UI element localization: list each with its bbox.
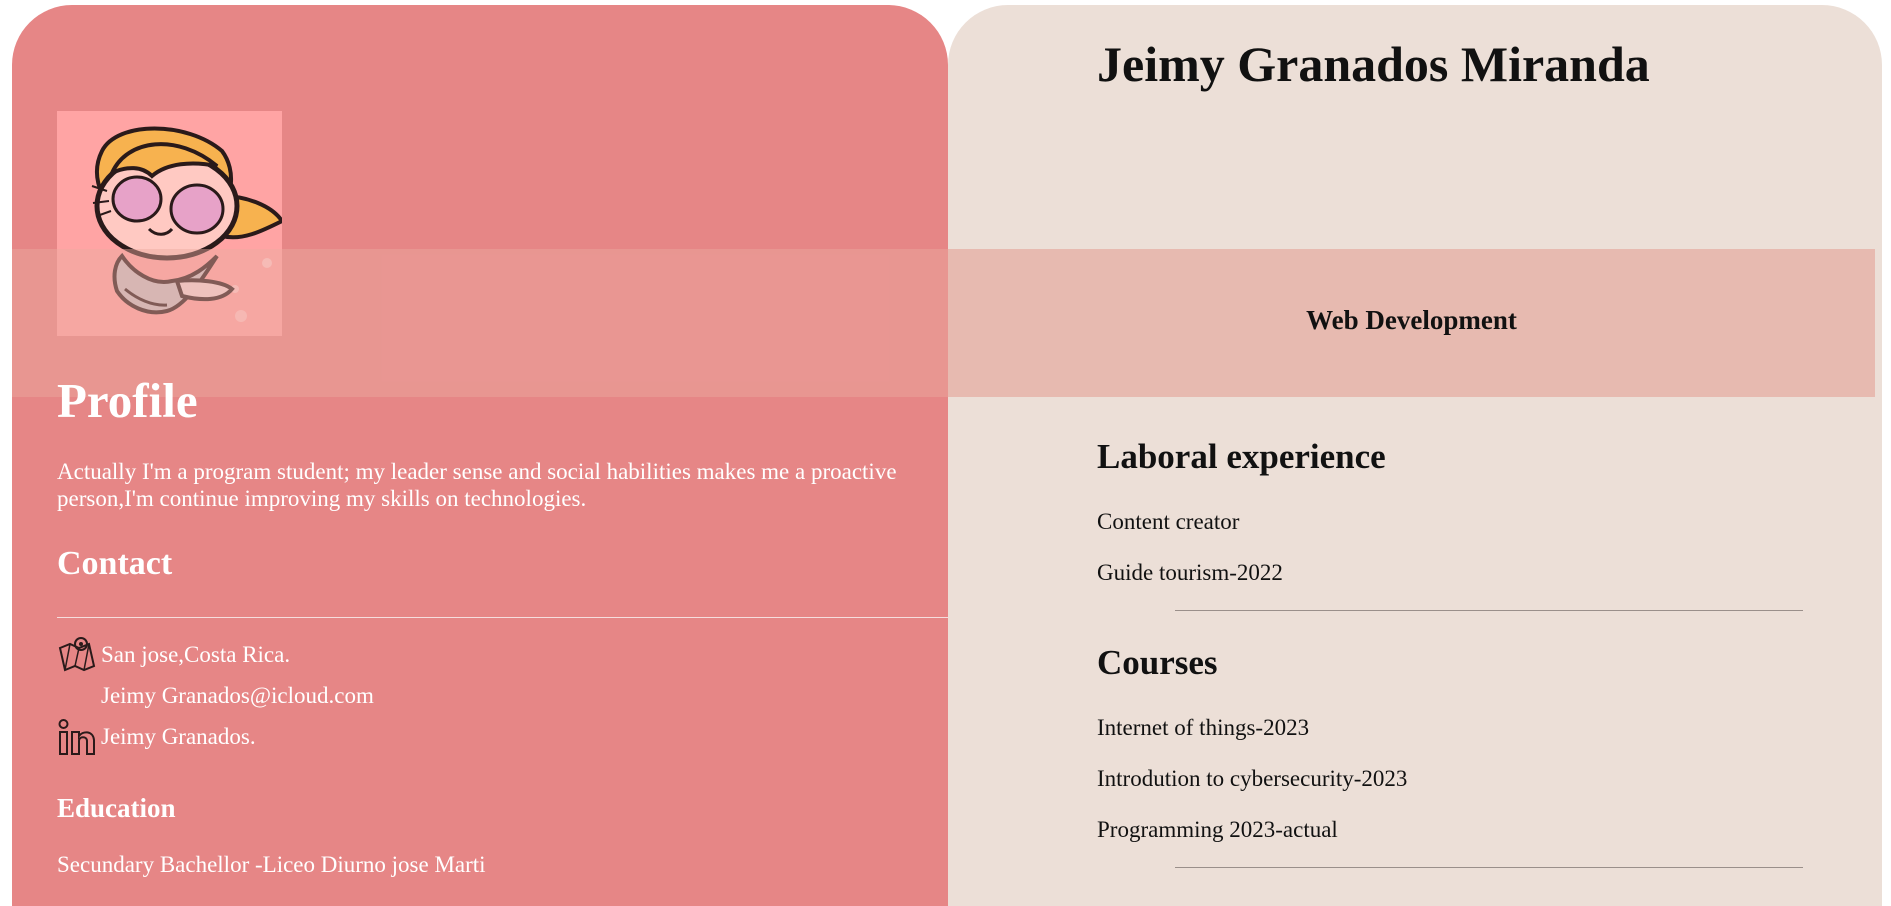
contact-linkedin-text[interactable]: Jeimy Granados. [101, 724, 256, 750]
experience-item: Content creator [1097, 509, 1240, 534]
experience-divider [1175, 610, 1803, 611]
contact-location: San jose,Costa Rica. [57, 635, 290, 675]
education-text: Secundary Bachellor -Liceo Diurno jose M… [57, 852, 486, 877]
right-panel [948, 5, 1882, 906]
person-name: Jeimy Granados Miranda [1097, 36, 1650, 92]
course-item: Internet of things-2023 [1097, 715, 1310, 740]
resume-page: Web Development Profile Actually I'm a p… [0, 0, 1891, 906]
profile-text: Actually I'm a program student; my leade… [57, 459, 897, 511]
linkedin-icon [57, 717, 101, 757]
courses-divider [1175, 867, 1803, 868]
contact-email-text[interactable]: Jeimy Granados@icloud.com [101, 683, 374, 709]
courses-title: Courses [1097, 643, 1218, 682]
experience-title: Laboral experience [1097, 437, 1386, 476]
course-item: Programming 2023-actual [1097, 817, 1338, 842]
contact-location-text: San jose,Costa Rica. [101, 642, 291, 667]
contact-title: Contact [57, 545, 173, 582]
education-title: Education [57, 793, 176, 823]
banner-title: Web Development [1306, 305, 1517, 335]
experience-item: Guide tourism-2022 [1097, 560, 1283, 585]
contact-linkedin: Jeimy Granados. [57, 717, 256, 757]
profile-title: Profile [57, 373, 198, 428]
course-item: Introdution to cybersecurity-2023 [1097, 766, 1408, 791]
map-icon [57, 635, 101, 675]
email-icon-placeholder [57, 676, 101, 716]
contact-email: Jeimy Granados@icloud.com [57, 676, 374, 716]
contact-divider [57, 617, 948, 618]
